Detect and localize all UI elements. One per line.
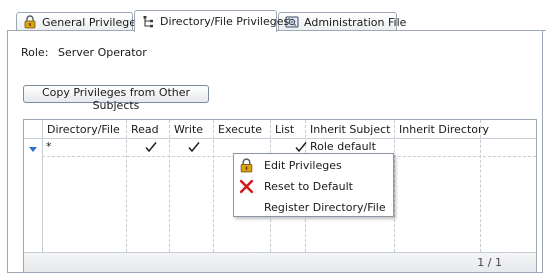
- cell-directory: *: [46, 140, 52, 153]
- menu-item-edit-privileges[interactable]: Edit Privileges: [234, 155, 393, 176]
- folder-tree-icon: [141, 15, 155, 29]
- menu-item-register-directory-file[interactable]: Register Directory/File: [234, 197, 393, 218]
- role-label: Role:: [21, 46, 49, 59]
- lock-icon: [240, 158, 253, 173]
- pagination-indicator: 1 / 1: [477, 256, 502, 269]
- tab-label: Directory/File Privileges: [160, 15, 290, 28]
- tab-strip: General Privileges Directory/File Privil…: [0, 0, 546, 32]
- column-header-execute[interactable]: Execute: [218, 123, 262, 136]
- column-header-inherit-subject[interactable]: Inherit Subject: [310, 123, 390, 136]
- read-checkmark-icon[interactable]: [145, 141, 157, 153]
- copy-privileges-button[interactable]: Copy Privileges from Other Subjects: [23, 85, 209, 112]
- menu-item-label: Register Directory/File: [264, 201, 386, 214]
- menu-item-label: Edit Privileges: [264, 159, 342, 172]
- column-header-write[interactable]: Write: [174, 123, 203, 136]
- tab-label: General Privileges: [42, 15, 142, 29]
- tab-administration-file[interactable]: Administration File: [278, 12, 406, 31]
- list-checkmark-icon[interactable]: [295, 141, 307, 153]
- tab-general-privileges[interactable]: General Privileges: [16, 12, 142, 31]
- table-header: Directory/File Read Write Execute List I…: [24, 120, 536, 139]
- red-x-icon: [239, 179, 254, 194]
- column-header-inherit-directory[interactable]: Inherit Directory: [399, 123, 489, 136]
- tab-panel: Role: Server Operator Copy Privileges fr…: [7, 31, 543, 273]
- context-menu: Edit Privileges Reset to Default Registe…: [233, 153, 394, 217]
- table-footer: 1 / 1: [24, 252, 536, 272]
- cell-inherit-subject: Role default: [310, 140, 376, 153]
- column-header-read[interactable]: Read: [131, 123, 159, 136]
- lock-icon: [23, 15, 37, 29]
- column-header-list[interactable]: List: [275, 123, 294, 136]
- tab-label: Administration File: [304, 15, 407, 29]
- menu-item-label: Reset to Default: [264, 180, 353, 193]
- column-header-directory-file[interactable]: Directory/File: [47, 123, 120, 136]
- menu-item-reset-to-default[interactable]: Reset to Default: [234, 176, 393, 197]
- row-selection-indicator-icon: [29, 147, 37, 152]
- write-checkmark-icon[interactable]: [188, 141, 200, 153]
- tab-directory-file-privileges[interactable]: Directory/File Privileges: [134, 10, 289, 32]
- role-value: Server Operator: [58, 46, 147, 59]
